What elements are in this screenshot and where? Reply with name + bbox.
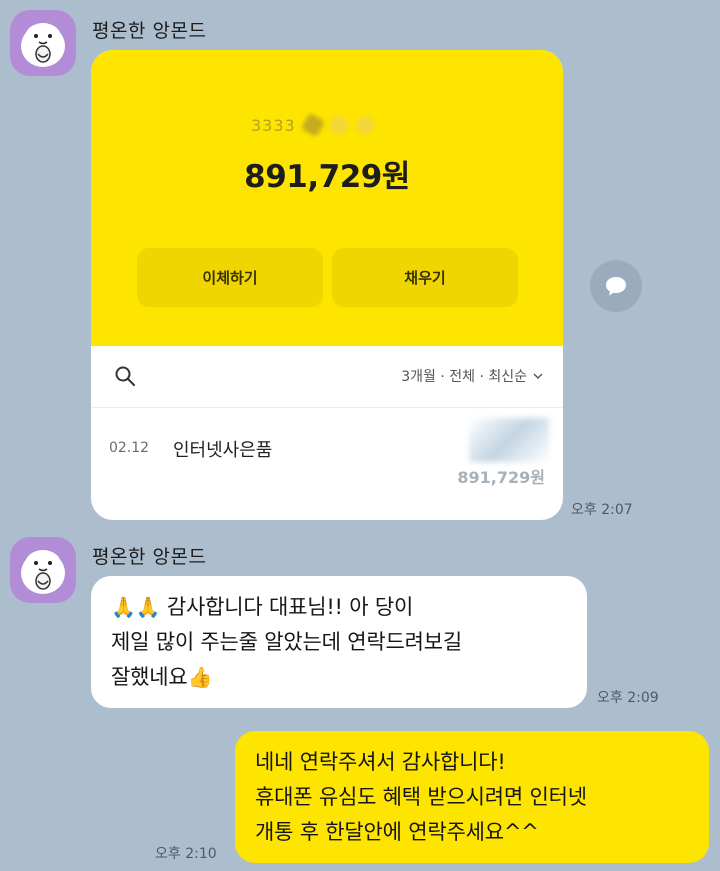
balance-amount: 891,729원: [244, 159, 410, 195]
transfer-button[interactable]: 이체하기: [137, 248, 323, 307]
message-time: 오후 2:09: [597, 690, 659, 706]
sender-name: 평온한 앙몬드: [92, 546, 207, 568]
filter-row: 3개월 · 전체 · 최신순: [91, 346, 563, 408]
redacted-mark: [300, 112, 326, 138]
search-icon[interactable]: [113, 364, 137, 388]
redaction-smudge: [469, 418, 549, 462]
message-time: 오후 2:10: [155, 846, 217, 862]
sent-message-bubble[interactable]: 네네 연락주셔서 감사합니다! 휴대폰 유심도 혜택 받으시려면 인터넷 개통 …: [235, 731, 709, 863]
almond-character-icon: [21, 23, 65, 67]
message-line: 개통 후 한달안에 연락주세요^^: [255, 820, 539, 844]
transaction-amount: 891,729원: [457, 468, 545, 487]
message-line: 🙏🙏 감사합니다 대표님!! 아 당이: [111, 595, 414, 619]
chevron-down-icon: [533, 373, 543, 379]
sender-avatar[interactable]: [10, 10, 76, 76]
received-message-bubble[interactable]: 🙏🙏 감사합니다 대표님!! 아 당이 제일 많이 주는줄 알았는데 연락드려보…: [91, 576, 587, 708]
message-line: 제일 많이 주는줄 알았는데 연락드려보길: [111, 630, 462, 654]
chat-room: 평온한 앙몬드 3333 891,729원 이체하기 채우기 3개월 · 전체 …: [0, 0, 720, 871]
redacted-mark: [329, 116, 348, 134]
period-filter[interactable]: 3개월 · 전체 · 최신순: [401, 366, 543, 386]
charge-button[interactable]: 채우기: [332, 248, 518, 307]
card-header: 3333 891,729원 이체하기 채우기: [91, 50, 563, 346]
account-prefix: 3333: [251, 115, 296, 135]
speech-bubble-icon: [606, 277, 626, 296]
message-line: 네네 연락주셔서 감사합니다!: [255, 750, 506, 774]
sender-name: 평온한 앙몬드: [92, 20, 207, 42]
transaction-date: 02.12: [109, 440, 150, 456]
filter-label: 3개월 · 전체 · 최신순: [401, 369, 527, 385]
thumbs-up-icon: 👍: [187, 665, 213, 689]
redacted-mark: [355, 116, 374, 134]
account-number: 3333: [251, 112, 374, 138]
transfer-card[interactable]: 3333 891,729원 이체하기 채우기 3개월 · 전체 · 최신순 02…: [91, 50, 563, 520]
share-button[interactable]: [590, 260, 642, 312]
almond-character-icon: [21, 550, 65, 594]
praying-hands-icon: 🙏🙏: [111, 595, 161, 619]
message-time: 오후 2:07: [571, 502, 633, 518]
transaction-name: 인터넷사은품: [173, 440, 273, 461]
sender-avatar[interactable]: [10, 537, 76, 603]
message-line: 휴대폰 유심도 혜택 받으시려면 인터넷: [255, 785, 587, 809]
message-line: 잘했네요👍: [111, 665, 213, 689]
